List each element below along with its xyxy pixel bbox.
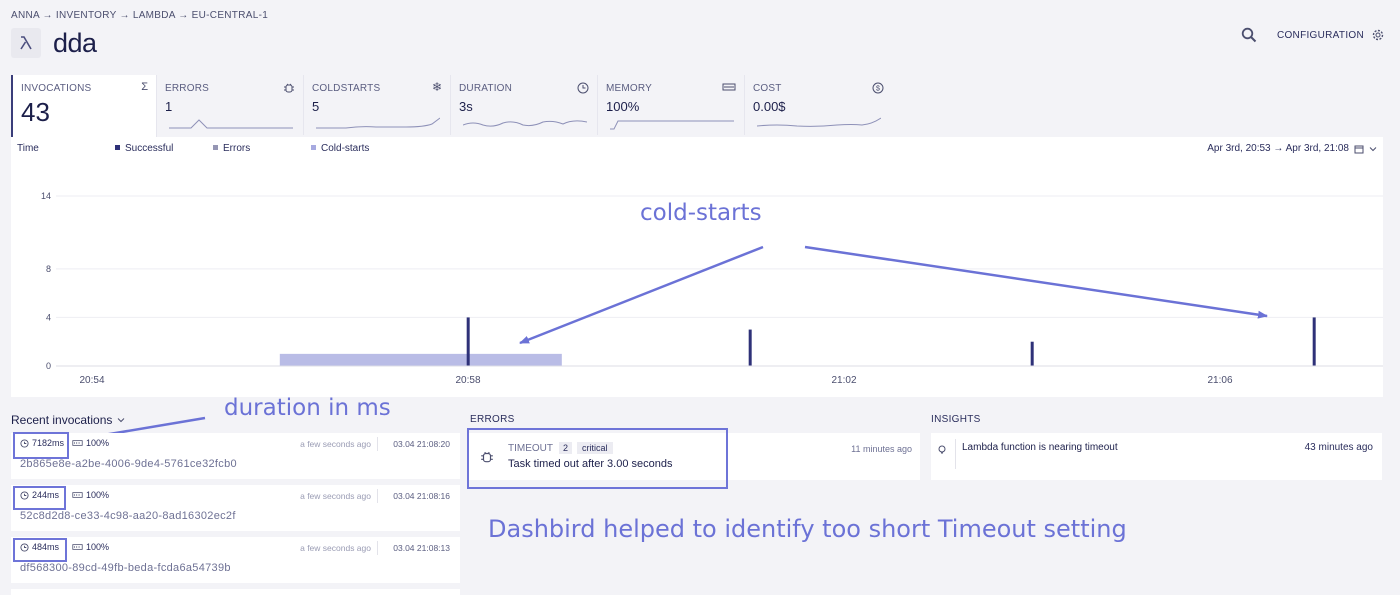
annotation-duration: duration in ms — [224, 395, 391, 421]
highlight-box — [13, 538, 67, 562]
memory-sparkline — [610, 120, 734, 130]
metric-value: 5 — [312, 99, 320, 114]
recent-invocations-title[interactable]: Recent invocations — [11, 413, 125, 427]
header-actions: CONFIGURATION — [1241, 27, 1384, 43]
successful-bar — [1030, 341, 1034, 366]
metric-value: 3s — [459, 99, 473, 114]
memory-icon — [722, 83, 736, 91]
annotation-coldstarts: cold-starts — [640, 200, 762, 226]
tab-memory[interactable]: MEMORY 100% — [598, 75, 745, 135]
error-relative-time: 11 minutes ago — [851, 444, 912, 454]
x-tick-label: 20:54 — [79, 375, 104, 386]
svg-text:$: $ — [876, 86, 880, 93]
highlight-box — [13, 432, 69, 459]
search-icon[interactable] — [1241, 27, 1257, 43]
y-tick-label: 8 — [46, 264, 51, 274]
errors-title: ERRORS — [470, 414, 515, 425]
metric-value: 0.00$ — [753, 99, 786, 114]
tab-cost[interactable]: COST 0.00$ $ — [745, 75, 892, 135]
insight-relative-time: 43 minutes ago — [1304, 442, 1373, 453]
invocation-timestamp: 03.04 21:08:16 — [393, 491, 450, 501]
metric-label: MEMORY — [606, 83, 653, 94]
y-tick-label: 14 — [41, 191, 51, 201]
cost-sparkline — [757, 117, 881, 127]
configuration-button[interactable]: CONFIGURATION — [1277, 30, 1364, 41]
invocation-memory: 100% — [72, 490, 109, 500]
x-tick-label: 21:06 — [1207, 375, 1232, 386]
invocations-chart-panel: Time Successful Errors Cold-starts Apr 3… — [11, 137, 1383, 397]
tab-coldstarts[interactable]: COLDSTARTS 5 ❄ — [304, 75, 451, 135]
memory-icon — [72, 492, 83, 498]
invocations-chart: 0 4 8 14 20:54 20:58 21:02 21:06 — [41, 191, 1383, 386]
divider — [955, 439, 956, 469]
invocation-row[interactable]: 7182ms 100% a few seconds ago 03.04 21:0… — [11, 433, 460, 479]
memory-value: 100% — [86, 542, 110, 552]
x-tick-label: 21:02 — [831, 375, 856, 386]
invocation-memory: 100% — [72, 438, 109, 448]
coldstart-bar — [279, 353, 562, 366]
y-tick-label: 4 — [46, 312, 51, 322]
divider — [377, 489, 378, 503]
successful-bar — [1312, 317, 1316, 366]
memory-value: 100% — [86, 490, 110, 500]
highlight-box — [13, 486, 66, 510]
tab-errors[interactable]: ERRORS 1 — [157, 75, 304, 135]
memory-value: 100% — [86, 438, 110, 448]
metric-label: COLDSTARTS — [312, 83, 381, 94]
metric-value: 1 — [165, 99, 173, 114]
clock-icon — [577, 82, 589, 94]
dollar-icon: $ — [872, 82, 884, 94]
invocation-row-partial — [11, 589, 460, 595]
metric-label: COST — [753, 83, 782, 94]
successful-bar — [748, 329, 752, 366]
tab-duration[interactable]: DURATION 3s — [451, 75, 598, 135]
metric-value: 43 — [21, 97, 50, 127]
lambda-icon — [11, 28, 41, 58]
chevron-down-icon — [118, 418, 125, 423]
metric-tabs: INVOCATIONS 43 Σ ERRORS 1 COLDSTARTS 5 ❄… — [11, 75, 892, 137]
insight-message: Lambda function is nearing timeout — [962, 442, 1118, 453]
invocation-timestamp: 03.04 21:08:13 — [393, 543, 450, 553]
recent-invocations-label: Recent invocations — [11, 413, 113, 427]
invocation-row[interactable]: 244ms 100% a few seconds ago 03.04 21:08… — [11, 485, 460, 531]
invocation-relative-time: a few seconds ago — [300, 439, 371, 449]
invocation-row[interactable]: 484ms 100% a few seconds ago 03.04 21:08… — [11, 537, 460, 583]
errors-sparkline — [169, 119, 293, 129]
annotation-dashbird: Dashbird helped to identify too short Ti… — [488, 515, 1127, 543]
invocation-relative-time: a few seconds ago — [300, 491, 371, 501]
duration-sparkline — [463, 120, 587, 127]
invocation-relative-time: a few seconds ago — [300, 543, 371, 553]
page-title: dda — [53, 27, 97, 58]
x-tick-label: 20:58 — [455, 375, 480, 386]
bug-icon — [284, 83, 294, 93]
invocation-id: 52c8d2d8-ce33-4c98-aa20-8ad16302ec2f — [20, 510, 236, 522]
sigma-icon: Σ — [141, 81, 148, 93]
gear-icon[interactable] — [1372, 29, 1384, 41]
insight-item[interactable]: Lambda function is nearing timeout 43 mi… — [931, 433, 1382, 480]
metric-value: 100% — [606, 99, 640, 114]
page-title-row: dda — [11, 28, 97, 58]
highlight-box — [467, 428, 728, 489]
tab-invocations[interactable]: INVOCATIONS 43 Σ — [11, 75, 157, 137]
successful-bar — [466, 317, 470, 366]
breadcrumb[interactable]: ANNA → INVENTORY → LAMBDA → EU-CENTRAL-1 — [11, 10, 268, 21]
insights-title: INSIGHTS — [931, 414, 981, 425]
metric-label: DURATION — [459, 83, 513, 94]
y-tick-label: 0 — [46, 361, 51, 371]
invocation-id: df568300-89cd-49fb-beda-fcda6a54739b — [20, 562, 231, 574]
memory-icon — [72, 544, 83, 550]
invocation-id: 2b865e8e-a2be-4006-9de4-5761ce32fcb0 — [20, 458, 237, 470]
invocation-memory: 100% — [72, 542, 109, 552]
divider — [377, 437, 378, 451]
memory-icon — [72, 440, 83, 446]
lightbulb-icon — [938, 445, 946, 454]
metric-label: INVOCATIONS — [21, 83, 92, 94]
snowflake-icon: ❄ — [431, 80, 442, 94]
coldstarts-sparkline — [316, 117, 440, 129]
metric-label: ERRORS — [165, 83, 209, 94]
invocation-timestamp: 03.04 21:08:20 — [393, 439, 450, 449]
divider — [377, 541, 378, 555]
